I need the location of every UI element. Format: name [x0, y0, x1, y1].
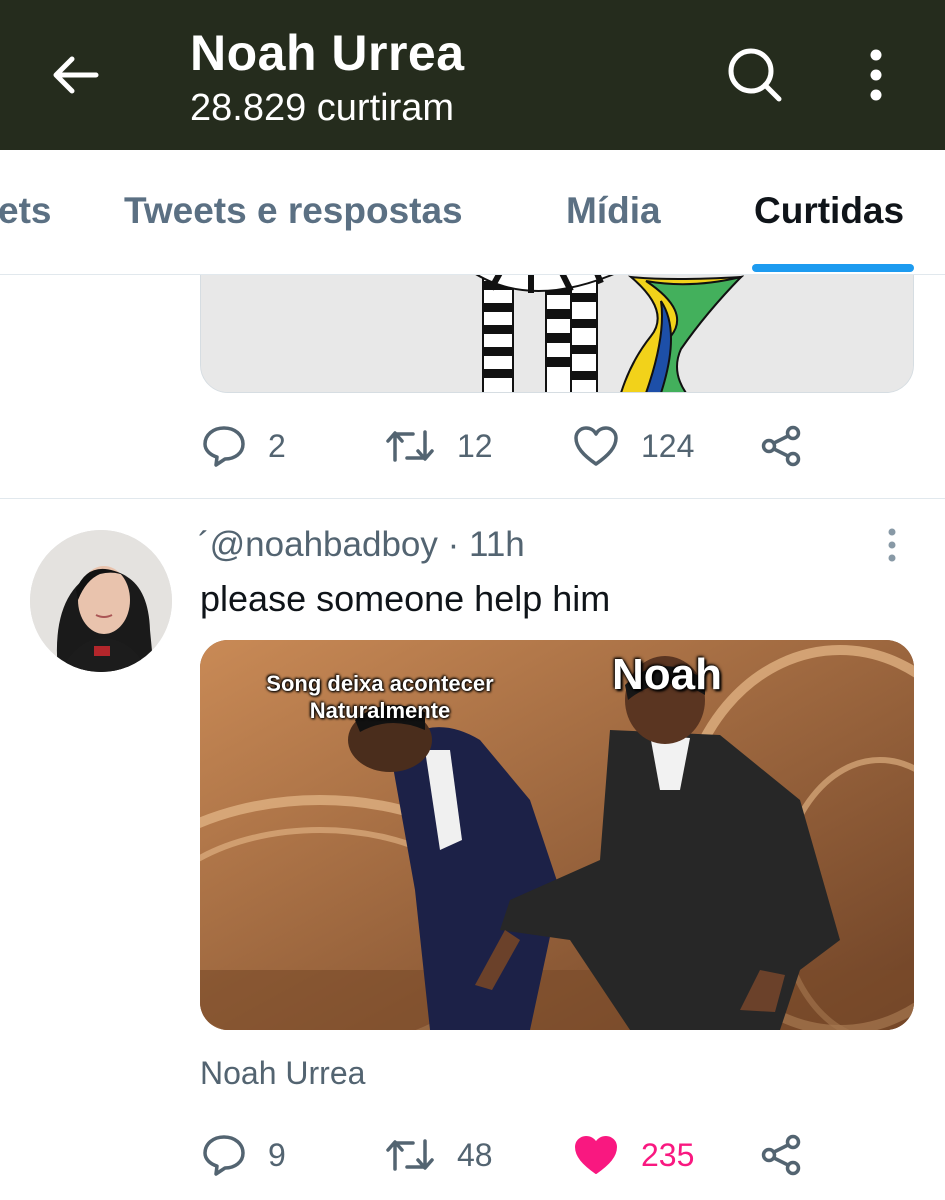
arrow-left-icon [53, 56, 99, 94]
profile-tabs: ets Tweets e respostas Mídia Curtidas [0, 150, 945, 275]
tweet-media-meme[interactable]: Song deixa acontecer Naturalmente Noah [200, 640, 914, 1030]
retweet-count: 48 [457, 1136, 493, 1173]
tab-tweets[interactable]: ets [0, 190, 51, 232]
page-title: Noah Urrea [190, 25, 465, 81]
tab-media[interactable]: Mídia [566, 190, 661, 232]
like-button[interactable]: 235 [573, 1125, 694, 1185]
reply-icon [203, 1135, 245, 1176]
retweet-count: 12 [457, 427, 493, 464]
more-options-button[interactable] [846, 40, 906, 110]
more-vertical-icon [888, 528, 896, 562]
heart-icon [574, 426, 618, 466]
back-button[interactable] [40, 45, 110, 105]
tab-likes[interactable]: Curtidas [754, 190, 904, 232]
active-tab-indicator [752, 264, 914, 272]
tab-tweets-and-replies[interactable]: Tweets e respostas [124, 190, 463, 232]
tweet-actions: 9 48 235 [200, 1125, 820, 1185]
heart-filled-icon [575, 1136, 617, 1174]
reply-count: 2 [268, 427, 286, 464]
meme-caption-right: Noah [612, 650, 722, 699]
reply-count: 9 [268, 1136, 286, 1173]
like-count: 124 [641, 427, 695, 464]
tweet-divider [0, 498, 945, 499]
reply-button[interactable]: 2 [202, 416, 286, 476]
tweet-source-label: Noah Urrea [200, 1055, 366, 1091]
retweet-icon [386, 430, 434, 462]
app-window: Noah Urrea 28.829 curtiram ets Tweets e … [0, 0, 945, 1200]
profile-header: Noah Urrea 28.829 curtiram [0, 0, 945, 150]
tweet-text: please someone help him [200, 578, 611, 619]
likes-count-subtitle: 28.829 curtiram [190, 87, 455, 129]
tweet-author-handle[interactable]: ´@noahbadboy · 11h [198, 525, 525, 565]
reply-icon [203, 426, 245, 467]
like-button[interactable]: 124 [573, 416, 694, 476]
retweet-button[interactable]: 12 [385, 416, 493, 476]
share-button[interactable] [760, 1125, 802, 1185]
retweet-button[interactable]: 48 [385, 1125, 493, 1185]
reply-button[interactable]: 9 [202, 1125, 286, 1185]
meme-caption-left-line2: Naturalmente [309, 698, 451, 723]
more-vertical-icon [870, 49, 882, 101]
meme-caption-left-line1: Song deixa acontecer [266, 671, 494, 696]
share-button[interactable] [760, 416, 802, 476]
share-icon [761, 425, 801, 467]
retweet-icon [386, 1139, 434, 1171]
like-count: 235 [641, 1136, 695, 1173]
previous-tweet-actions: 2 12 124 [200, 416, 820, 476]
tweet-options-button[interactable] [870, 525, 914, 565]
search-button[interactable] [720, 40, 790, 110]
avatar[interactable] [30, 530, 172, 672]
search-icon [728, 48, 782, 102]
avatar-photo [30, 530, 172, 672]
share-icon [761, 1134, 801, 1176]
meme-caption-left: Song deixa acontecer Naturalmente [200, 670, 560, 724]
